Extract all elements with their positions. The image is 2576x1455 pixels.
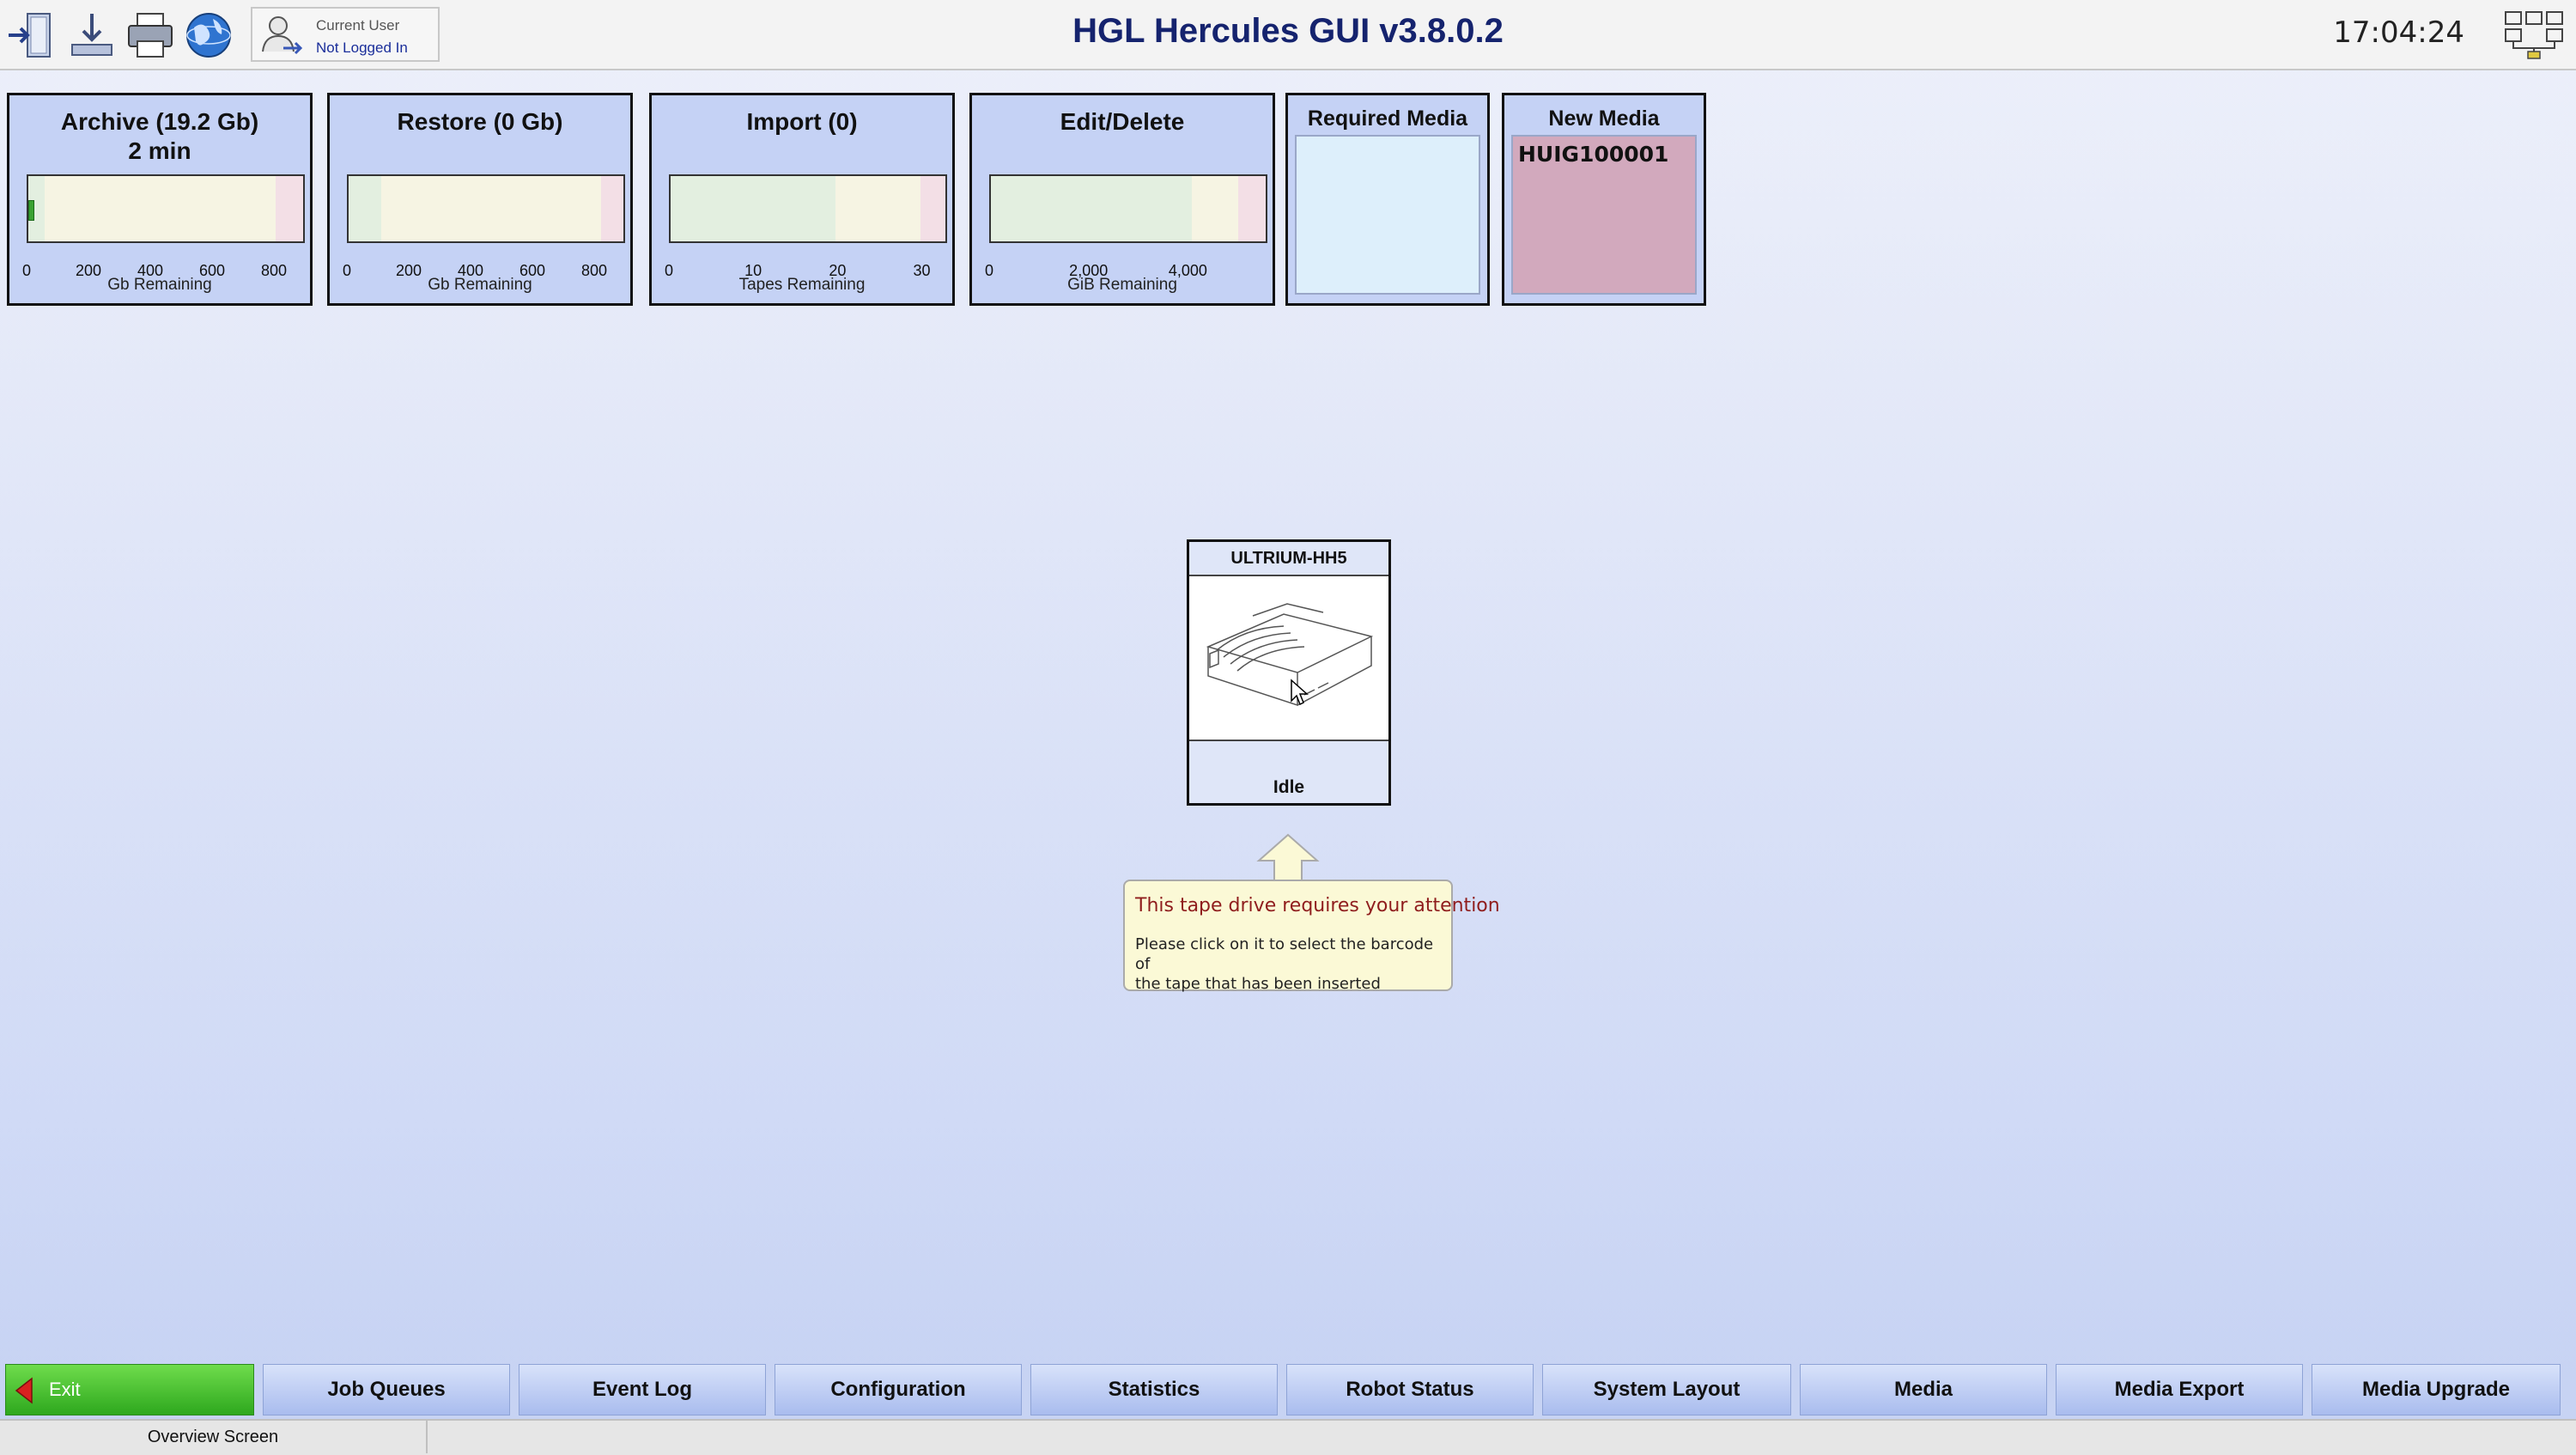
archive-gauge <box>27 174 305 243</box>
callout-line-2: the tape that has been inserted <box>1135 975 1381 993</box>
new-media-item[interactable]: HUIG100001 <box>1518 142 1668 167</box>
restore-panel[interactable]: Restore (0 Gb) 0 200 400 600 800 Gb Rema… <box>327 93 633 306</box>
event-log-button[interactable]: Event Log <box>519 1364 766 1415</box>
callout-title: This tape drive requires your attention <box>1135 895 1500 916</box>
mouse-cursor-icon <box>1291 679 1309 706</box>
current-screen-label: Overview Screen <box>0 1421 428 1453</box>
system-layout-button[interactable]: System Layout <box>1542 1364 1791 1415</box>
callout-arrow-icon <box>1256 833 1320 881</box>
restore-title: Restore (0 Gb) <box>397 108 563 135</box>
new-media-panel[interactable]: New Media HUIG100001 <box>1502 93 1706 306</box>
media-export-button[interactable]: Media Export <box>2056 1364 2303 1415</box>
exit-button[interactable]: Exit <box>5 1364 254 1415</box>
restore-gauge-label: Gb Remaining <box>428 276 532 294</box>
edit-delete-panel[interactable]: Edit/Delete 0 2,000 4,000 GiB Remaining <box>969 93 1275 306</box>
edit-delete-gauge <box>989 174 1267 243</box>
new-media-title: New Media <box>1548 107 1660 131</box>
new-media-list[interactable]: HUIG100001 <box>1511 135 1697 295</box>
archive-gauge-label: Gb Remaining <box>107 276 212 294</box>
statistics-button[interactable]: Statistics <box>1030 1364 1278 1415</box>
exit-arrow-icon <box>15 1377 33 1404</box>
job-queues-button[interactable]: Job Queues <box>263 1364 510 1415</box>
import-title: Import (0) <box>746 108 858 135</box>
tape-drive[interactable]: ULTRIUM-HH5 Idle <box>1187 539 1391 806</box>
media-upgrade-button[interactable]: Media Upgrade <box>2312 1364 2561 1415</box>
status-bar: Overview Screen <box>0 1419 2576 1455</box>
configuration-button[interactable]: Configuration <box>775 1364 1022 1415</box>
import-gauge-label: Tapes Remaining <box>738 276 866 294</box>
archive-panel[interactable]: Archive (19.2 Gb) 2 min 0 200 400 600 80… <box>7 93 313 306</box>
exit-label: Exit <box>49 1379 81 1400</box>
attention-callout[interactable]: This tape drive requires your attention … <box>1123 880 1500 994</box>
app-title: HGL Hercules GUI v3.8.0.2 <box>1072 12 1504 50</box>
import-gauge <box>669 174 947 243</box>
top-toolbar: Current User Not Logged In HGL Hercules … <box>0 0 2576 70</box>
tape-drive-name: ULTRIUM-HH5 <box>1189 542 1388 576</box>
import-panel[interactable]: Import (0) 0 10 20 30 Tapes Remaining <box>649 93 955 306</box>
required-media-list[interactable] <box>1295 135 1480 295</box>
network-icon[interactable] <box>2502 7 2566 62</box>
edit-delete-gauge-label: GiB Remaining <box>1067 276 1177 294</box>
bottom-nav: Exit Job Queues Event Log Configuration … <box>0 1361 2576 1417</box>
archive-gauge-fill <box>28 200 34 221</box>
archive-title: Archive (19.2 Gb) <box>60 108 259 135</box>
restore-gauge <box>347 174 625 243</box>
callout-line-1: Please click on it to select the barcode… <box>1135 935 1434 973</box>
archive-panel-title: Archive (19.2 Gb) 2 min <box>9 107 310 166</box>
robot-status-button[interactable]: Robot Status <box>1286 1364 1534 1415</box>
clock: 17:04:24 <box>2333 15 2464 50</box>
tape-drive-status-text: Idle <box>1273 777 1305 797</box>
archive-subtitle: 2 min <box>128 137 191 164</box>
callout-body: Please click on it to select the barcode… <box>1135 934 1448 994</box>
media-button[interactable]: Media <box>1800 1364 2047 1415</box>
required-media-panel[interactable]: Required Media <box>1285 93 1490 306</box>
edit-delete-title: Edit/Delete <box>1060 108 1185 135</box>
required-media-title: Required Media <box>1307 107 1468 131</box>
tape-drive-status: Idle <box>1189 740 1388 803</box>
